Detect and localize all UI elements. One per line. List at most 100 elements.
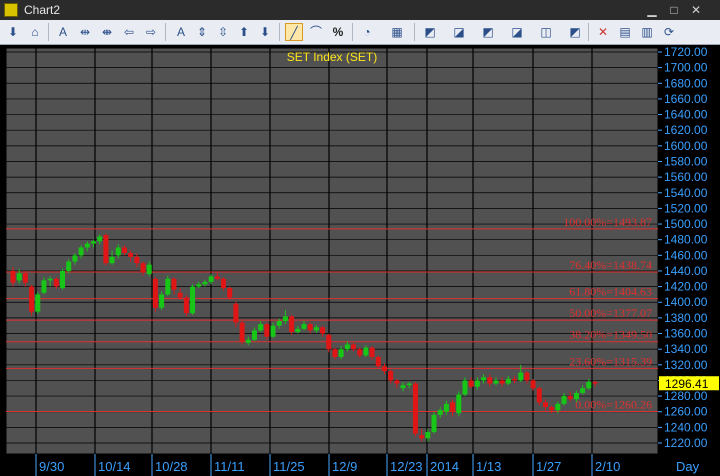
window-title: Chart2 — [24, 3, 61, 17]
percent-icon[interactable]: % — [329, 23, 347, 41]
candle-body — [481, 377, 487, 381]
close-icon[interactable]: ✕ — [689, 3, 703, 17]
candle-body — [190, 286, 196, 314]
candle-body — [66, 261, 72, 271]
delete-icon[interactable]: ✕ — [594, 23, 612, 41]
candle-body — [276, 321, 282, 326]
panel-icon[interactable]: ▦ — [388, 23, 406, 41]
candle-body — [84, 243, 90, 248]
cursor-icon[interactable]: ◔ — [358, 23, 376, 41]
chart-1-icon[interactable]: ◩ — [421, 23, 439, 41]
candle-body — [29, 286, 35, 312]
candle-body — [344, 344, 350, 350]
candle-body — [338, 349, 344, 357]
candle-body — [227, 288, 233, 298]
arrow-up-icon[interactable]: ⬆ — [235, 23, 253, 41]
refresh-icon[interactable]: ⟳ — [660, 23, 678, 41]
candle-body — [183, 297, 189, 314]
title-bar: Chart2 ▁ □ ✕ — [0, 0, 720, 21]
y-tick-label: 1240.00 — [664, 420, 708, 434]
candle-body — [524, 372, 530, 381]
candle-body — [394, 380, 400, 384]
candle-body — [573, 392, 579, 400]
y-tick-label: 1420.00 — [664, 280, 708, 294]
y-tick-label: 1400.00 — [664, 295, 708, 309]
y-tick-label: 1520.00 — [664, 201, 708, 215]
chart-5-icon[interactable]: ◫ — [537, 23, 555, 41]
x-tick-label: 10/28 — [155, 459, 188, 474]
export-icon[interactable]: ▥ — [638, 23, 656, 41]
candle-body — [245, 339, 251, 343]
candle-body — [363, 347, 369, 356]
candle-body — [369, 347, 375, 357]
candle-body — [233, 303, 239, 323]
candle-body — [196, 284, 202, 287]
candle-body — [251, 330, 257, 340]
candle-body — [468, 380, 474, 387]
stock-chart[interactable]: 1720.00 1700.001680.00 1660.00 1640.001620.… — [0, 44, 720, 476]
candle-body — [171, 278, 177, 290]
candle-body — [512, 378, 518, 381]
candle-body — [549, 407, 555, 411]
candle-body — [134, 256, 140, 264]
y-tick-label: 1460.00 — [664, 248, 708, 262]
candle-body — [425, 432, 431, 439]
candle-body — [530, 380, 536, 389]
candle-body — [450, 402, 456, 412]
maximize-icon[interactable]: □ — [667, 3, 681, 17]
chart-app-icon — [4, 3, 18, 17]
candle-body — [115, 247, 121, 256]
text-tool-icon[interactable]: A — [54, 23, 72, 41]
pin-icon[interactable]: ⬇ — [4, 23, 22, 41]
chart-title: SET Index (SET) — [287, 50, 377, 64]
candle-body — [258, 324, 264, 331]
home-icon[interactable]: ⌂ — [26, 23, 44, 41]
x-tick-label: 2014 — [430, 459, 459, 474]
fib-level-label: 100.00%=1493.87 — [563, 215, 652, 229]
candle-body — [214, 276, 220, 279]
y-tick-label: 1320.00 — [664, 358, 708, 372]
chart-4-icon[interactable]: ◪ — [508, 23, 526, 41]
compress-v-icon[interactable]: ⇳ — [214, 23, 232, 41]
chart-6-icon[interactable]: ◩ — [566, 23, 584, 41]
arrow-left-icon[interactable]: ⇦ — [120, 23, 138, 41]
candle-body — [555, 403, 561, 411]
arrow-right-icon[interactable]: ⇨ — [142, 23, 160, 41]
candle-body — [121, 247, 127, 253]
candle-body — [270, 325, 276, 337]
candle-body — [474, 380, 480, 387]
fib-level-label: 61.80%=1404.63 — [569, 285, 652, 299]
candle-body — [381, 366, 387, 372]
expand-v-icon[interactable]: ⇕ — [193, 23, 211, 41]
candle-body — [165, 278, 171, 295]
candle-body — [443, 403, 449, 412]
candle-body — [202, 281, 208, 285]
candle-body — [412, 383, 418, 434]
y-tick-label: 1560.00 — [664, 170, 708, 184]
chart-2-icon[interactable]: ◪ — [450, 23, 468, 41]
y-tick-label: 1540.00 — [664, 186, 708, 200]
last-price-label: 1296.41 — [665, 377, 709, 391]
fib-level-label: 50.00%=1377.07 — [569, 306, 652, 320]
candle-body — [536, 388, 542, 403]
save-icon[interactable]: ▤ — [616, 23, 634, 41]
chart-3-icon[interactable]: ◩ — [479, 23, 497, 41]
y-tick-label: 1380.00 — [664, 311, 708, 325]
candle-body — [128, 252, 134, 257]
candle-body — [462, 380, 468, 395]
candle-body — [437, 410, 443, 415]
candle-body — [313, 327, 319, 331]
line-tool-icon[interactable]: ╱ — [285, 23, 303, 41]
arrow-down-icon[interactable]: ⬇ — [256, 23, 274, 41]
font-icon[interactable]: A — [172, 23, 190, 41]
candle-body — [140, 263, 146, 273]
candle-body — [567, 396, 573, 400]
candle-body — [388, 371, 394, 381]
candle-body — [406, 383, 412, 386]
curve-tool-icon[interactable]: ⌒ — [307, 23, 325, 41]
candle-body — [78, 247, 84, 256]
candle-body — [152, 278, 158, 308]
expand-h-icon[interactable]: ⇹ — [76, 23, 94, 41]
minimize-icon[interactable]: ▁ — [645, 3, 659, 17]
compress-h-icon[interactable]: ⇼ — [98, 23, 116, 41]
